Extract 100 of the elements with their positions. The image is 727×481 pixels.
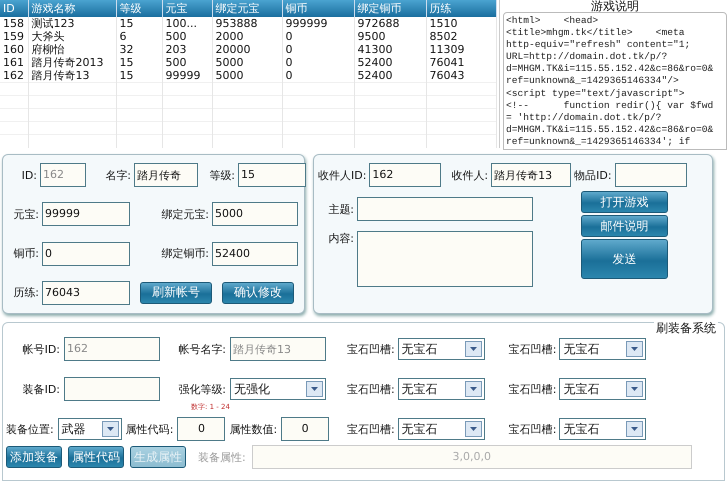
table-cell: 9500: [354, 30, 426, 43]
content-field[interactable]: [357, 231, 533, 287]
field-label: 名字:: [104, 168, 131, 182]
column-header[interactable]: 元宝: [162, 0, 212, 17]
field-label: 宝石凹槽:: [508, 382, 556, 396]
field-label: 铜币:: [12, 246, 39, 262]
attribute-code-button[interactable]: 属性代码: [68, 446, 124, 468]
table-cell: 500: [162, 56, 212, 69]
column-header[interactable]: 铜币: [282, 0, 354, 17]
table-cell: 203: [162, 43, 212, 56]
table-cell: 161: [0, 56, 28, 69]
field-label: 内容:: [327, 231, 354, 246]
column-header[interactable]: 等级: [116, 0, 162, 17]
enhance-level-dropdown[interactable]: 无强化: [230, 378, 326, 400]
table-cell: 15: [116, 17, 162, 30]
equipment-title: 刷装备系统: [654, 320, 718, 337]
table-cell: 20000: [212, 43, 282, 56]
column-header[interactable]: 绑定铜币: [354, 0, 426, 17]
description-text: <html> <head> <title>mhgm.tk</title> <meta http-equiv="refresh" content="1; URL=http://domain.dot.tk/p/? d=MHGM.TK&i=115.55.152.42&c=86&ro=0& ref=unknown&_=1429365146334"/> <script type="text/javascript"> <!-- function redir(){ var $fwd = 'http://domain.dot.tk/p/? d=MHGM.TK&i=115.55.152.42&c=86&ro=0& ref=unknown&_=1429365146334'; if: [506, 15, 714, 148]
subject-field[interactable]: [357, 197, 533, 221]
column-header[interactable]: ID: [0, 0, 28, 17]
table-cell: 41300: [354, 43, 426, 56]
field-label: 宝石凹槽:: [347, 382, 395, 396]
gem-slot-dropdown[interactable]: 无宝石: [398, 418, 485, 440]
table-cell: 160: [0, 43, 28, 56]
field-label: 宝石凹槽:: [508, 342, 556, 356]
send-button[interactable]: 发送: [581, 239, 668, 279]
field-label: 绑定元宝:: [160, 206, 209, 222]
column-header[interactable]: 历练: [426, 0, 496, 17]
field-label: 物品ID:: [574, 168, 612, 182]
experience-field[interactable]: 76043: [42, 280, 130, 305]
table-cell: 76041: [426, 56, 496, 69]
table-cell: 500: [162, 30, 212, 43]
table-cell: 32: [116, 43, 162, 56]
table-cell: 5000: [212, 56, 282, 69]
table-cell: 0: [282, 43, 354, 56]
table-cell: 测试123: [28, 17, 116, 30]
table-cell: 100...: [162, 17, 212, 30]
table-cell: 0: [282, 56, 354, 69]
table-cell: 6: [116, 30, 162, 43]
add-equipment-button[interactable]: 添加装备: [6, 446, 62, 468]
table-cell: 0: [282, 30, 354, 43]
table-cell: 15: [116, 56, 162, 69]
level-field[interactable]: 15: [238, 163, 306, 187]
yuanbao-field[interactable]: 99999: [42, 202, 130, 226]
name-field[interactable]: 踏月传奇: [134, 163, 198, 187]
field-label: 帐号ID:: [22, 342, 60, 356]
bound-yuanbao-field[interactable]: 5000: [212, 202, 298, 226]
table-cell: 52400: [354, 56, 426, 69]
table-cell: 972688: [354, 17, 426, 30]
recipient-field[interactable]: 踏月传奇13: [491, 163, 572, 187]
field-label: 强化等级:: [177, 382, 226, 396]
open-game-button[interactable]: 打开游戏: [581, 191, 668, 213]
table-cell: 踏月传奇13: [28, 69, 116, 82]
bound-copper-field[interactable]: 52400: [212, 242, 298, 266]
field-label: 宝石凹槽:: [347, 342, 395, 356]
table-cell: 99999: [162, 69, 212, 82]
gem-slot-dropdown[interactable]: 无宝石: [398, 338, 485, 360]
table-cell: 踏月传奇2013: [28, 56, 116, 69]
copper-field[interactable]: 0: [42, 242, 130, 266]
table-cell: 76043: [426, 69, 496, 82]
field-label: 宝石凹槽:: [508, 422, 556, 436]
table-cell: 52400: [354, 69, 426, 82]
table-cell: 953888: [212, 17, 282, 30]
position-dropdown[interactable]: 武器: [58, 418, 122, 440]
field-label: 主题:: [327, 202, 354, 216]
gem-slot-dropdown[interactable]: 无宝石: [398, 378, 485, 400]
table-cell: 0: [282, 69, 354, 82]
gem-slot-dropdown[interactable]: 无宝石: [559, 338, 646, 360]
mail-help-button[interactable]: 邮件说明: [581, 215, 668, 237]
field-label: 帐号名字:: [177, 342, 226, 356]
refresh-account-button[interactable]: 刷新帐号: [140, 282, 212, 304]
field-label: 宝石凹槽:: [347, 422, 395, 436]
field-label: 历练:: [12, 285, 39, 300]
confirm-button[interactable]: 确认修改: [222, 282, 294, 304]
attribute-code-field[interactable]: 0: [177, 417, 226, 441]
gem-slot-dropdown[interactable]: 无宝石: [559, 418, 646, 440]
field-label: 绑定铜币:: [160, 246, 209, 262]
field-label: 属性代码:: [126, 422, 174, 436]
field-label: 装备位置:: [6, 422, 54, 436]
table-cell: 15: [116, 69, 162, 82]
field-label: ID:: [20, 168, 37, 182]
field-label: 等级:: [208, 168, 235, 182]
column-header[interactable]: 游戏名称: [28, 0, 116, 17]
description-title: 游戏说明: [591, 0, 639, 12]
item-id-field[interactable]: [614, 163, 687, 187]
gem-slot-dropdown[interactable]: 无宝石: [559, 378, 646, 400]
recipient-id-field[interactable]: 162: [369, 163, 442, 187]
table-cell: 8502: [426, 30, 496, 43]
equipment-id-field[interactable]: [64, 377, 160, 401]
field-label: 收件人:: [451, 168, 488, 182]
column-header[interactable]: 绑定元宝: [212, 0, 282, 17]
attribute-value-field[interactable]: 0: [281, 417, 330, 441]
field-label: 属性数值:: [229, 422, 278, 436]
table-cell: 1510: [426, 17, 496, 30]
table-cell: 大斧头: [28, 30, 116, 43]
field-label: 收件人ID:: [318, 168, 366, 182]
field-label: 装备ID:: [22, 382, 60, 396]
table-cell: 府柳怡: [28, 43, 116, 56]
table-cell: 2000: [212, 30, 282, 43]
